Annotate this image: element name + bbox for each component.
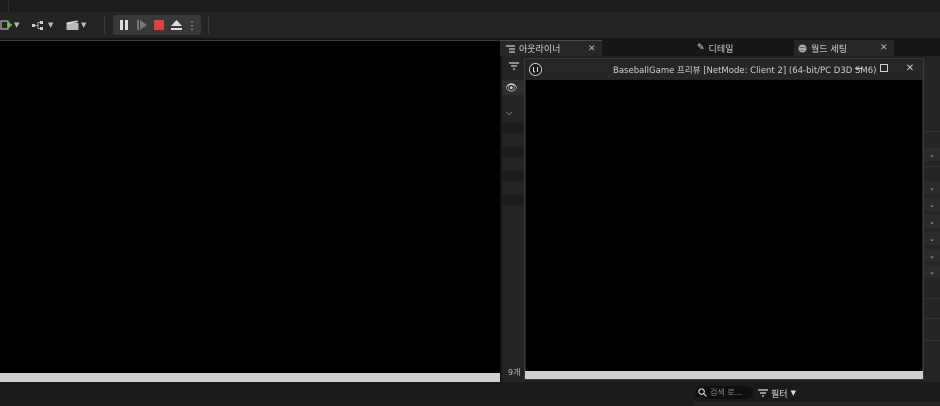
panel-tab-bar: 아웃라이너 ✕ ✎ 디테일 월드 세팅 ✕ [500, 40, 940, 56]
list-item[interactable] [502, 146, 524, 158]
filter-label: 필터 [771, 389, 788, 400]
toolbar-divider [104, 16, 105, 34]
clapperboard-icon [66, 20, 79, 30]
chevron-down-icon: ▼ [790, 389, 796, 397]
stop-icon [154, 20, 164, 30]
more-vertical-icon: ⋮ [186, 18, 198, 32]
list-icon [506, 44, 515, 53]
close-icon[interactable]: ✕ [588, 44, 596, 54]
filter-icon[interactable] [509, 62, 519, 73]
chevron-down-icon: ⌄ [929, 234, 935, 243]
chevron-down-icon: ⌄ [929, 251, 935, 260]
expand-section-button[interactable]: ⌄ [924, 148, 940, 161]
chevron-down-icon: ⌄ [929, 217, 935, 226]
minimize-icon [854, 67, 862, 69]
preview-window-title: BaseballGame 프리뷰 [NetMode: Client 2] (64… [613, 66, 877, 76]
divider [924, 298, 940, 299]
tab-outliner-label: 아웃라이너 [519, 45, 561, 55]
blueprint-button[interactable]: ▼ [32, 15, 53, 35]
add-plus-icon [0, 20, 12, 30]
search-icon [698, 388, 707, 397]
tab-details-label: 디테일 [708, 44, 734, 55]
unreal-logo-icon [529, 63, 542, 76]
divider [924, 318, 940, 319]
chevron-down-icon: ▼ [14, 21, 20, 29]
chevron-down-icon[interactable]: ⌵ [506, 108, 512, 118]
pencil-icon: ✎ [697, 43, 705, 53]
chevron-down-icon: ⌄ [929, 267, 935, 276]
chevron-down-icon: ⌄ [929, 200, 935, 209]
more-options-button[interactable]: ⋮ [185, 15, 199, 35]
filter-icon [758, 389, 768, 397]
expand-section-button[interactable]: ⌄ [924, 249, 940, 262]
pause-icon [120, 20, 128, 30]
globe-icon [798, 43, 807, 53]
list-item[interactable] [502, 194, 524, 206]
tab-details[interactable]: ✎ 디테일 [697, 40, 733, 56]
eject-icon [170, 20, 182, 30]
cinematics-button[interactable]: ▼ [66, 15, 86, 35]
chevron-down-icon: ⌄ [929, 150, 935, 159]
close-icon: ✕ [905, 62, 915, 74]
filter-button[interactable]: 필터 ▼ [758, 386, 796, 400]
expand-section-button[interactable]: ⌄ [924, 198, 940, 211]
list-item[interactable] [502, 170, 524, 182]
expand-section-button[interactable]: ⌄ [924, 215, 940, 228]
tab-world-settings[interactable]: 월드 세팅 ✕ [794, 40, 894, 56]
list-item[interactable] [502, 122, 524, 134]
pie-preview-window[interactable]: BaseballGame 프리뷰 [NetMode: Client 2] (64… [524, 58, 924, 380]
step-frame-button[interactable] [133, 15, 151, 35]
divider [924, 131, 940, 132]
expand-section-button[interactable]: ⌄ [924, 181, 940, 194]
stop-button[interactable] [150, 15, 168, 35]
maximize-button[interactable] [876, 61, 892, 75]
tab-world-settings-label: 월드 세팅 [811, 44, 847, 55]
chevron-down-icon: ▼ [81, 21, 87, 29]
preview-scrollbar[interactable] [525, 371, 923, 379]
viewport-scrollbar[interactable] [0, 373, 500, 382]
tab-outliner[interactable]: 아웃라이너 ✕ [500, 40, 602, 56]
outliner-item-count: 9개 [508, 368, 521, 377]
outliner-sidebar [502, 56, 524, 382]
blueprint-icon [32, 21, 43, 30]
maximize-icon [880, 64, 888, 72]
main-toolbar: ▼ ▼ ▼ ⋮ [0, 12, 940, 38]
preview-title-bar[interactable]: BaseballGame 프리뷰 [NetMode: Client 2] (64… [525, 59, 923, 79]
eject-button[interactable] [167, 15, 185, 35]
close-button[interactable]: ✕ [902, 61, 918, 75]
chevron-down-icon: ▼ [48, 21, 54, 29]
minimize-button[interactable] [850, 61, 866, 75]
content-browser-strip [694, 401, 940, 406]
expand-section-button[interactable]: ⌄ [924, 232, 940, 245]
search-input[interactable]: 검색 로... [695, 386, 753, 399]
preview-game-viewport[interactable] [526, 80, 922, 371]
divider [924, 340, 940, 341]
add-button[interactable]: ▼ [0, 15, 19, 35]
eye-icon[interactable]: 👁 [505, 83, 518, 94]
pause-button[interactable] [115, 15, 133, 35]
toolbar-divider [208, 16, 209, 34]
close-icon[interactable]: ✕ [880, 43, 888, 53]
divider [924, 166, 940, 167]
play-controls: ⋮ [113, 15, 201, 35]
top-strip [0, 0, 940, 12]
level-viewport[interactable] [0, 40, 500, 373]
search-placeholder: 검색 로... [710, 388, 743, 397]
step-forward-icon [137, 20, 147, 30]
chevron-down-icon: ⌄ [929, 183, 935, 192]
expand-section-button[interactable]: ⌄ [924, 265, 940, 278]
